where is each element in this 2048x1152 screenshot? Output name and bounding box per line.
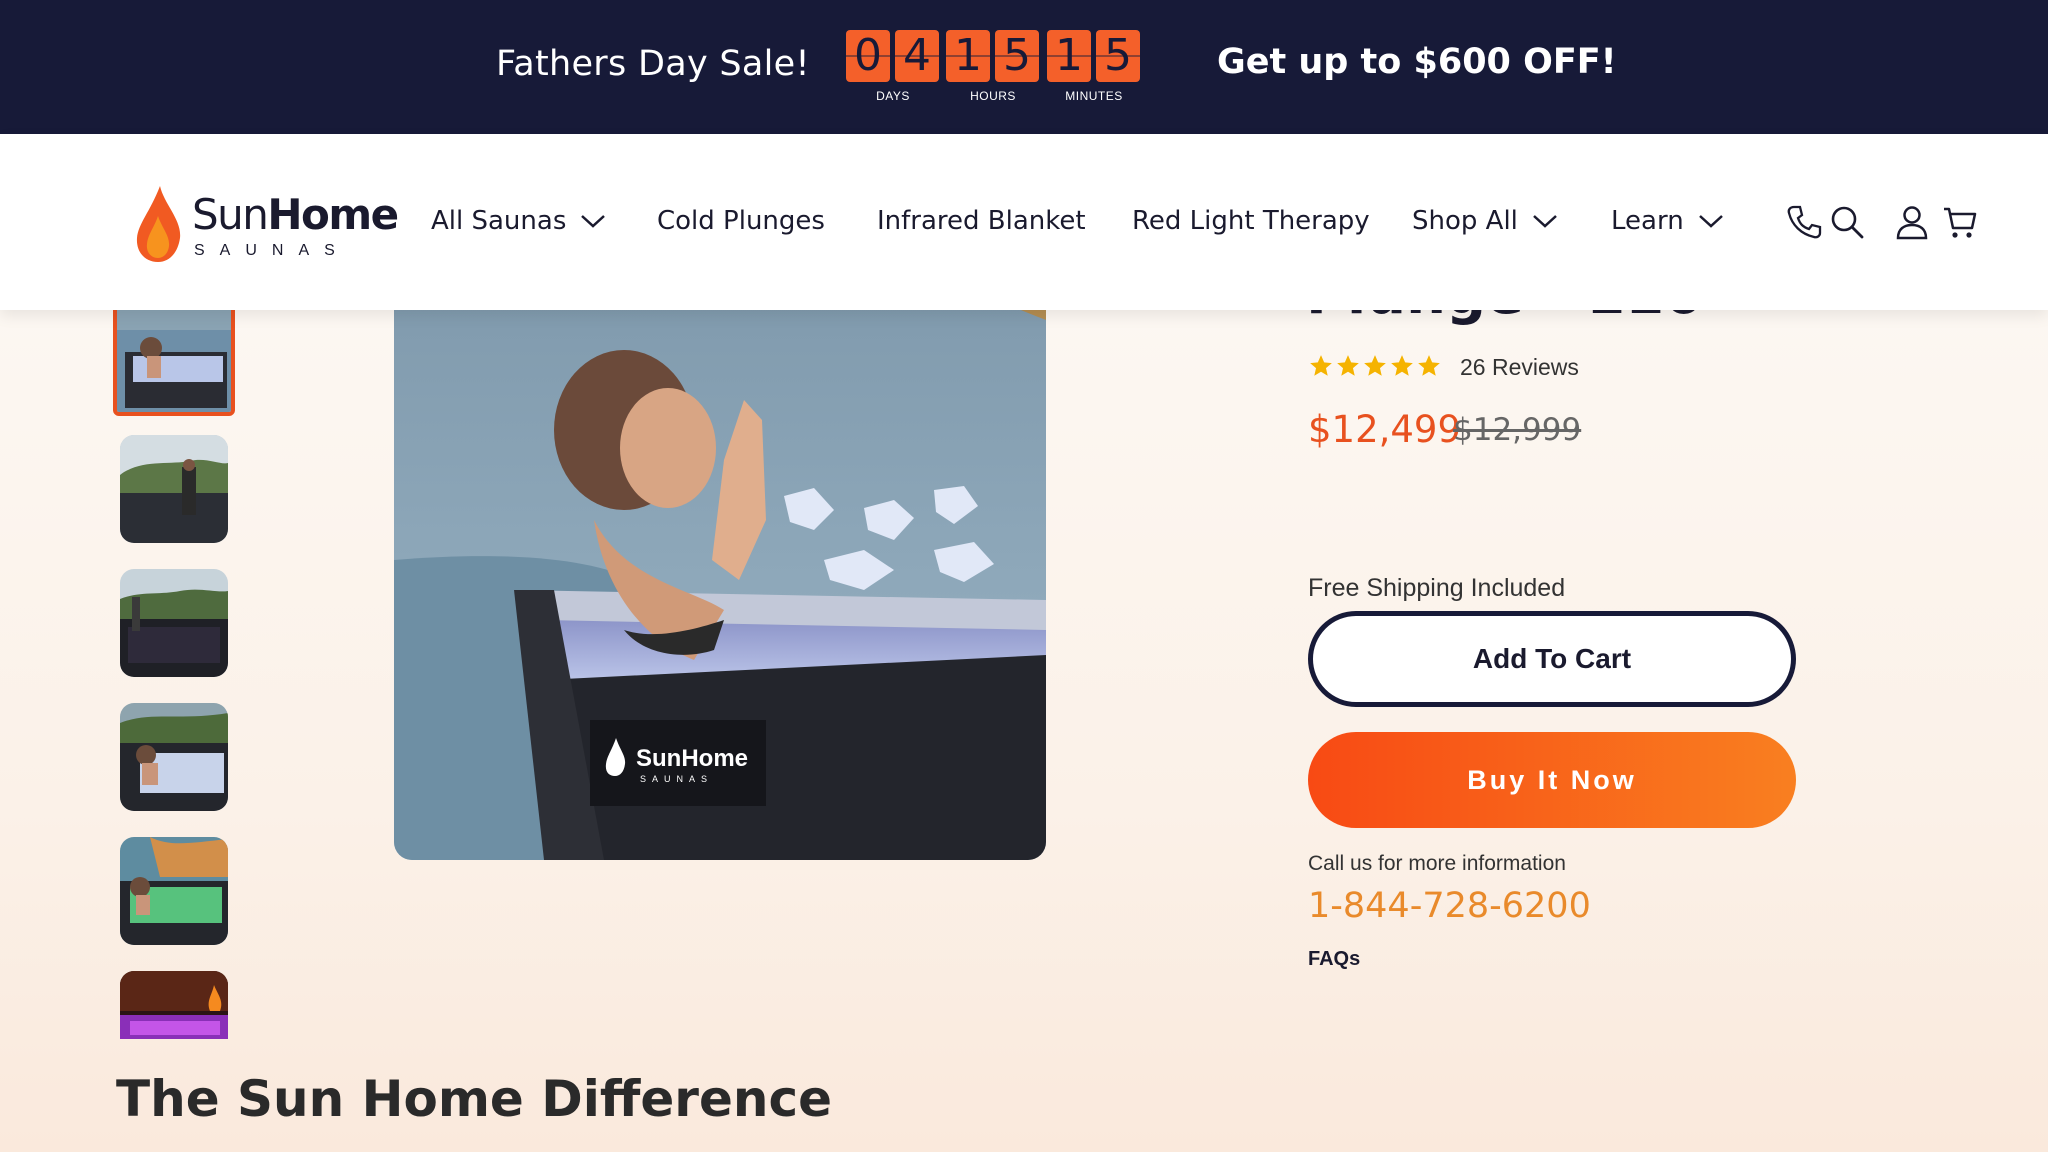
faqs-link[interactable]: FAQs — [1308, 948, 1360, 971]
account-icon[interactable] — [1894, 204, 1930, 240]
thumbnail-image — [120, 435, 228, 543]
nav-learn[interactable]: Learn — [1611, 206, 1724, 236]
star-icon — [1337, 355, 1359, 376]
nav-all-saunas[interactable]: All Saunas — [431, 206, 606, 236]
product-photo: SunHome SAUNAS — [394, 260, 1046, 860]
star-icon — [1418, 355, 1440, 376]
chevron-down-icon — [1698, 215, 1723, 228]
countdown-days: 0 4 DAYS — [846, 30, 940, 103]
search-icon[interactable] — [1829, 204, 1865, 240]
nav-label: All Saunas — [431, 206, 567, 236]
cart-icon[interactable] — [1942, 204, 1978, 240]
thumbnail-1[interactable] — [113, 296, 235, 416]
countdown-label: MINUTES — [1065, 89, 1123, 103]
phone-number-link[interactable]: 1-844-728-6200 — [1308, 886, 1591, 926]
promo-sale-text: Fathers Day Sale! — [496, 44, 810, 84]
countdown-hours: 1 5 HOURS — [946, 30, 1040, 103]
thumbnail-image — [120, 837, 228, 945]
countdown-label: HOURS — [970, 89, 1016, 103]
thumbnail-4[interactable] — [120, 703, 228, 811]
site-header: SunHome SAUNAS All Saunas Cold Plunges I… — [0, 134, 2048, 310]
reviews-link[interactable]: 26 Reviews — [1460, 354, 1579, 381]
promo-banner: Fathers Day Sale! 0 4 DAYS 1 5 HOURS 1 5… — [0, 0, 2048, 134]
nav-cold-plunges[interactable]: Cold Plunges — [657, 206, 825, 236]
promo-offer-text: Get up to $600 OFF! — [1217, 42, 1617, 82]
product-main-image[interactable]: SunHome SAUNAS — [394, 260, 1046, 860]
countdown-digit: 1 — [1047, 30, 1091, 82]
sunhome-logo[interactable]: SunHome SAUNAS — [136, 186, 399, 266]
plate-logo-name: SunHome — [636, 745, 748, 772]
call-us-text: Call us for more information — [1308, 852, 1566, 875]
original-price: $12,999 — [1453, 412, 1582, 448]
countdown-digit: 4 — [895, 30, 939, 82]
chevron-down-icon — [581, 215, 606, 228]
thumbnail-3[interactable] — [120, 569, 228, 677]
add-to-cart-button[interactable]: Add To Cart — [1308, 611, 1796, 707]
countdown-minutes: 1 5 MINUTES — [1047, 30, 1141, 103]
sale-price: $12,499 — [1308, 408, 1462, 451]
countdown-digit: 5 — [1096, 30, 1140, 82]
logo-wordmark: SunHome — [192, 190, 399, 239]
logo-name-light: Sun — [192, 190, 269, 239]
thumbnail-2[interactable] — [120, 435, 228, 543]
logo-name-bold: Home — [267, 190, 399, 239]
thumbnail-image — [117, 300, 231, 412]
nav-label: Cold Plunges — [657, 206, 825, 236]
logo-subtitle: SAUNAS — [194, 242, 350, 259]
section-heading: The Sun Home Difference — [116, 1070, 833, 1128]
thumbnail-6[interactable] — [120, 971, 228, 1039]
phone-icon[interactable] — [1786, 204, 1822, 240]
star-icon — [1364, 355, 1386, 376]
thumbnail-image — [120, 703, 228, 811]
flame-logo-icon — [136, 186, 181, 262]
countdown-label: DAYS — [876, 89, 910, 103]
star-icon — [1310, 355, 1332, 376]
rating-stars[interactable] — [1308, 353, 1442, 379]
nav-infrared-blanket[interactable]: Infrared Blanket — [877, 206, 1086, 236]
countdown-digit: 1 — [946, 30, 990, 82]
shipping-note: Free Shipping Included — [1308, 574, 1566, 602]
nav-label: Shop All — [1412, 206, 1518, 236]
nav-label: Red Light Therapy — [1132, 206, 1370, 236]
thumbnail-5[interactable] — [120, 837, 228, 945]
nav-shop-all[interactable]: Shop All — [1412, 206, 1558, 236]
thumbnail-image — [120, 569, 228, 677]
buy-it-now-button[interactable]: Buy It Now — [1308, 732, 1796, 828]
thumbnail-image — [120, 971, 228, 1039]
star-icon — [1391, 355, 1413, 376]
nav-red-light-therapy[interactable]: Red Light Therapy — [1132, 206, 1370, 236]
countdown-digit: 5 — [995, 30, 1039, 82]
plate-logo-sub: SAUNAS — [640, 774, 713, 784]
nav-label: Infrared Blanket — [877, 206, 1086, 236]
nav-label: Learn — [1611, 206, 1684, 236]
countdown-digit: 0 — [846, 30, 890, 82]
chevron-down-icon — [1533, 215, 1557, 228]
